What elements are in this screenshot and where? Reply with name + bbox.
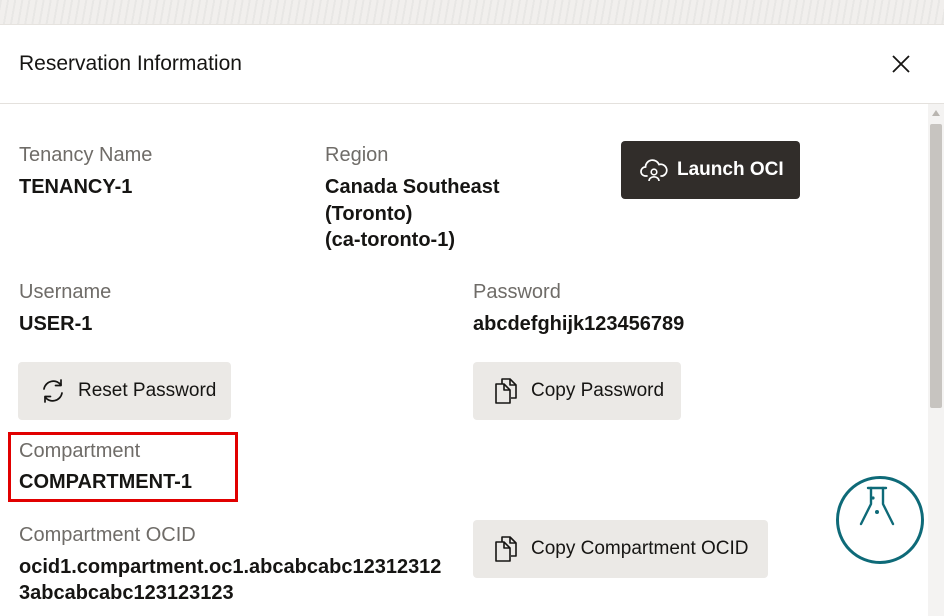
username-value: USER-1 xyxy=(19,313,93,335)
scrollbar-thumb[interactable] xyxy=(930,124,942,408)
refresh-icon xyxy=(38,376,68,406)
password-label: Password xyxy=(473,281,561,303)
compartment-ocid-line1: ocid1.compartment.oc1.abcabcabc12312312 xyxy=(19,556,442,578)
copy-compartment-ocid-button[interactable]: Copy Compartment OCID xyxy=(473,520,768,578)
region-value-line1: Canada Southeast xyxy=(325,176,500,198)
flask-icon xyxy=(859,486,895,526)
close-icon xyxy=(892,55,910,73)
close-button[interactable] xyxy=(884,47,918,81)
lab-assistant-button[interactable] xyxy=(836,476,924,564)
copy-icon xyxy=(491,534,521,564)
compartment-ocid-label: Compartment OCID xyxy=(19,524,196,546)
region-value-line3: (ca-toronto-1) xyxy=(325,229,455,251)
scrollbar[interactable] xyxy=(928,104,944,616)
reset-password-label: Reset Password xyxy=(78,380,217,401)
region-value-line2: (Toronto) xyxy=(325,203,413,225)
dialog-header: Reservation Information xyxy=(0,25,944,104)
copy-compartment-ocid-label: Copy Compartment OCID xyxy=(531,538,749,559)
compartment-value: COMPARTMENT-1 xyxy=(19,471,192,493)
compartment-ocid-line2: 3abcabcabc123123123 xyxy=(19,582,234,604)
username-label: Username xyxy=(19,281,112,303)
cloud-user-icon xyxy=(639,155,669,185)
launch-oci-button[interactable]: Launch OCI xyxy=(621,141,800,199)
launch-oci-label: Launch OCI xyxy=(677,159,784,180)
tenancy-name-value: TENANCY-1 xyxy=(19,176,133,198)
background-pattern-strip xyxy=(0,0,944,25)
dialog-title: Reservation Information xyxy=(19,52,242,75)
copy-icon xyxy=(491,376,521,406)
reset-password-button[interactable]: Reset Password xyxy=(18,362,231,420)
copy-password-button[interactable]: Copy Password xyxy=(473,362,681,420)
copy-password-label: Copy Password xyxy=(531,380,665,401)
dialog-body: Tenancy Name TENANCY-1 Region Canada Sou… xyxy=(0,104,928,616)
region-label: Region xyxy=(325,144,389,166)
password-value: abcdefghijk123456789 xyxy=(473,313,685,335)
compartment-label: Compartment xyxy=(19,440,141,462)
tenancy-name-label: Tenancy Name xyxy=(19,144,153,166)
scroll-up-arrow-icon[interactable] xyxy=(932,110,940,116)
